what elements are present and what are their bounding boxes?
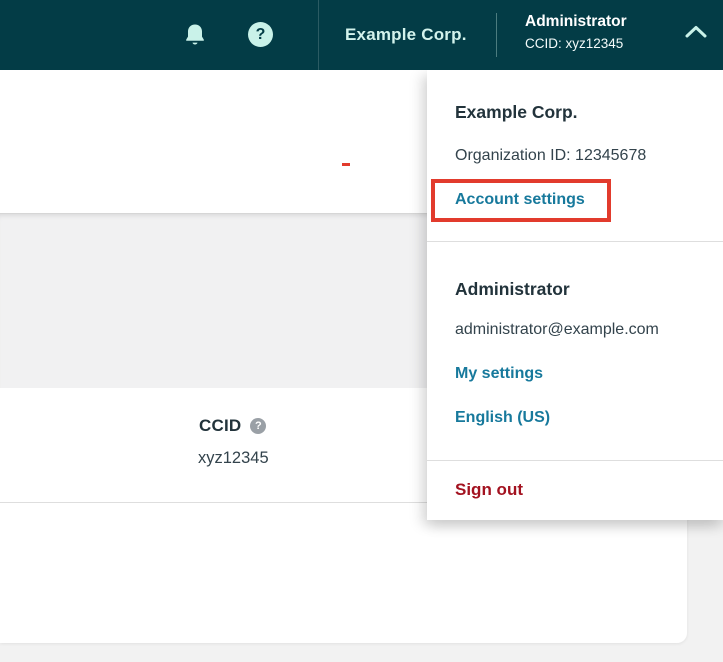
header-user-ccid: CCID: xyz12345 bbox=[525, 35, 627, 52]
help-circle-icon: ? bbox=[256, 26, 266, 43]
language-link[interactable]: English (US) bbox=[455, 409, 550, 427]
ccid-field: CCID ? bbox=[199, 416, 266, 436]
dropdown-user-email: administrator@example.com bbox=[455, 321, 659, 339]
user-menu-button[interactable]: Administrator CCID: xyz12345 bbox=[525, 12, 627, 52]
notifications-button[interactable] bbox=[183, 23, 207, 49]
bell-icon bbox=[183, 23, 207, 49]
header-divider bbox=[318, 0, 319, 70]
ccid-help-icon[interactable]: ? bbox=[250, 418, 266, 434]
dropdown-divider bbox=[427, 241, 723, 242]
dropdown-org-id: Organization ID: 12345678 bbox=[455, 147, 646, 165]
annotation-dash bbox=[342, 163, 350, 166]
user-menu-collapse-button[interactable] bbox=[684, 24, 708, 40]
header-company-name[interactable]: Example Corp. bbox=[345, 0, 467, 70]
dropdown-divider-2 bbox=[427, 460, 723, 461]
header-divider-2 bbox=[496, 13, 497, 57]
dropdown-user-name: Administrator bbox=[455, 279, 570, 300]
ccid-value: xyz12345 bbox=[198, 449, 269, 468]
ccid-label: CCID bbox=[199, 416, 241, 436]
screen: CCID ? xyz12345 ? Example Corp. Administ… bbox=[0, 0, 723, 662]
header-user-name: Administrator bbox=[525, 12, 627, 31]
sign-out-link[interactable]: Sign out bbox=[455, 480, 523, 500]
user-dropdown-menu: Example Corp. Organization ID: 12345678 … bbox=[427, 70, 723, 520]
help-button[interactable]: ? bbox=[248, 22, 273, 47]
top-bar: ? Example Corp. Administrator CCID: xyz1… bbox=[0, 0, 723, 70]
chevron-up-icon bbox=[684, 24, 708, 40]
dropdown-org-name: Example Corp. bbox=[455, 102, 578, 123]
annotation-highlight-box bbox=[431, 179, 611, 222]
my-settings-link[interactable]: My settings bbox=[455, 365, 543, 383]
